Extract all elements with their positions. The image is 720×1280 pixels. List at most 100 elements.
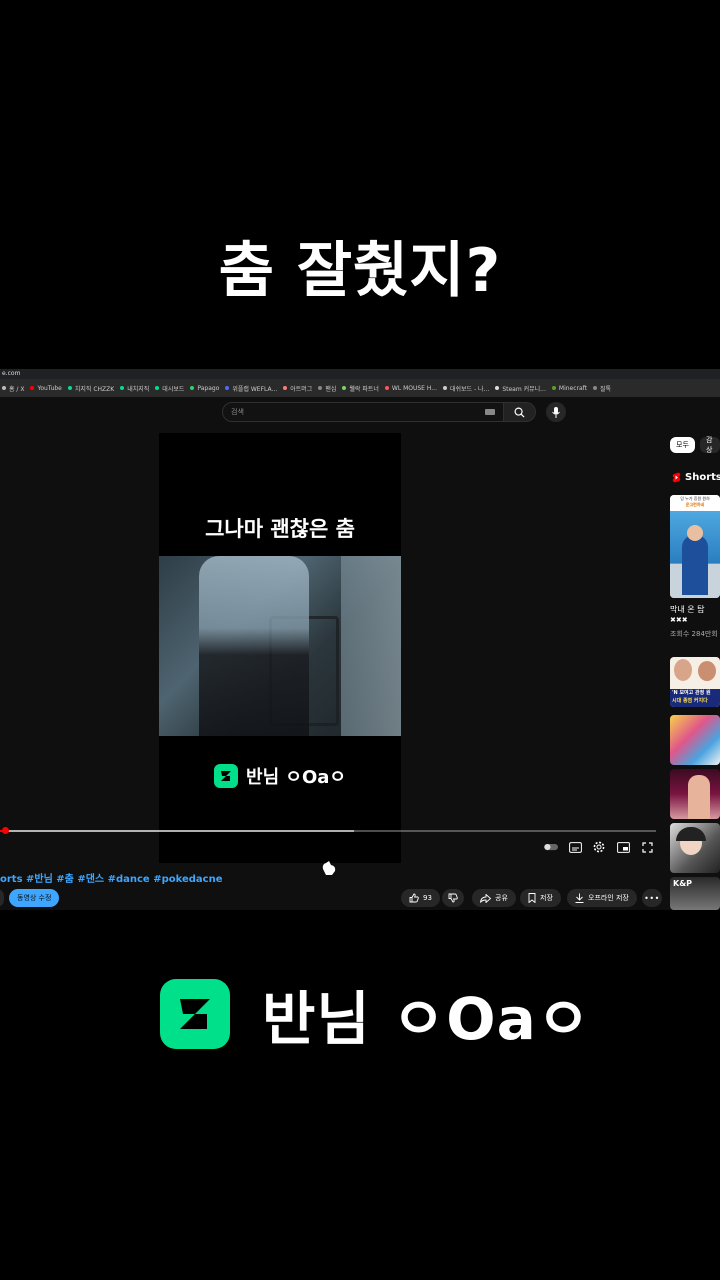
subtitles-button[interactable] <box>568 841 582 853</box>
bookmark-item[interactable]: 대쉬보드 - 나... <box>443 384 489 393</box>
video-overlay-channel-name: 반님 ㅇOaㅇ <box>246 767 346 788</box>
bookmark-label: 위플랩 WEFLA... <box>232 385 278 393</box>
dislike-button[interactable] <box>442 889 464 907</box>
avatar-chip[interactable] <box>0 889 4 907</box>
bookmark-item[interactable]: Minecraft <box>551 385 587 392</box>
bookmark-item[interactable]: 아트머그 <box>283 384 312 393</box>
download-icon <box>575 893 584 903</box>
fullscreen-button[interactable] <box>640 841 654 853</box>
shorts-player[interactable]: 그나마 괜찮은 춤 반님 ㅇOaㅇ <box>159 433 401 863</box>
search-button[interactable] <box>504 402 536 422</box>
bookmark-favicon-icon <box>30 386 35 390</box>
thumbs-up-icon <box>409 893 419 903</box>
bookmark-favicon-icon <box>155 386 160 390</box>
voice-search-button[interactable] <box>546 402 566 422</box>
bookmark-label: WL MOUSE H... <box>391 384 437 392</box>
thumbs-down-icon <box>448 893 458 903</box>
save-label: 저장 <box>540 894 553 902</box>
autoplay-toggle[interactable] <box>544 841 558 853</box>
shorts-label: Shorts <box>685 472 720 483</box>
bookmark-item[interactable]: 홈 / X <box>2 384 24 393</box>
bookmark-item[interactable]: 웰락 파트너 <box>342 384 379 393</box>
short-title-1[interactable]: 막내 온 탑 <box>670 604 705 615</box>
like-button[interactable]: 93 <box>401 889 440 907</box>
video-overlay-title: 그나마 괜찮은 춤 <box>205 517 355 541</box>
filter-chip-watch[interactable]: 감상 <box>700 436 720 454</box>
chzzk-logo-icon <box>214 764 239 788</box>
bookmark-favicon-icon <box>495 386 500 390</box>
bookmark-item[interactable]: Papago <box>190 385 219 392</box>
video-hashtags[interactable]: orts #반님 #춤 #댄스 #dance #pokedacne <box>0 870 223 885</box>
bookmark-label: 질톡 <box>600 385 612 393</box>
bookmark-favicon-icon <box>443 386 447 390</box>
video-thumbnail-2[interactable]: 'N 모여고 관청 원 시대 종점 커지다 <box>670 657 720 707</box>
bookmark-item[interactable]: 팬심 <box>318 384 336 393</box>
bookmark-item[interactable]: WL MOUSE H... <box>384 384 437 392</box>
edit-video-label: 동영상 수정 <box>17 894 52 902</box>
share-icon <box>480 893 491 903</box>
search-placeholder: 검색 <box>231 408 244 416</box>
bookmark-favicon-icon <box>384 386 389 390</box>
gear-icon <box>593 841 605 853</box>
bookmark-item[interactable]: 위플랩 WEFLA... <box>225 384 277 393</box>
channel-name: 반님 ㅇOaㅇ <box>262 985 592 1053</box>
bookmark-label: YouTube <box>37 384 62 392</box>
video-frame[interactable] <box>159 556 401 736</box>
video-dancer <box>199 556 309 736</box>
channel-brand: 반님 ㅇOaㅇ <box>160 972 591 1056</box>
shorts-logo-icon <box>672 472 681 483</box>
short-views-1: 조회수 284만회 <box>670 630 718 638</box>
short-subtitle-1: ✖✖✖ <box>670 616 688 624</box>
filter-chip-all[interactable]: 모두 <box>670 437 695 453</box>
bookmark-favicon-icon <box>318 386 323 390</box>
bookmark-favicon-icon <box>551 386 556 390</box>
video-overlay-channel: 반님 ㅇOaㅇ <box>159 763 401 789</box>
bookmark-item[interactable]: 대시보드 <box>155 384 184 393</box>
video-thumbnail-4[interactable] <box>670 769 720 819</box>
bookmark-item[interactable]: 내치지직 <box>120 384 149 393</box>
more-icon: ••• <box>644 893 660 903</box>
video-wall <box>341 556 401 736</box>
bookmark-item[interactable]: 질톡 <box>593 384 611 393</box>
share-label: 공유 <box>495 894 508 902</box>
progress-buffer <box>0 830 355 832</box>
bookmark-icon <box>528 893 536 903</box>
bookmark-item[interactable]: YouTube <box>30 384 62 392</box>
download-button[interactable]: 오프라인 저장 <box>567 889 637 907</box>
subtitles-icon <box>568 841 582 853</box>
bookmark-label: 대쉬보드 - 나... <box>450 385 490 393</box>
bookmark-label: 웰락 파트너 <box>349 385 379 393</box>
more-actions-button[interactable]: ••• <box>642 889 662 907</box>
bookmark-label: 아트머그 <box>290 385 313 393</box>
short-thumbnail-1[interactable]: 잉 누가 증원 원하 운고런하네 <box>670 495 720 598</box>
bookmark-label: 대시보드 <box>162 385 185 393</box>
progress-bar[interactable] <box>0 827 656 834</box>
keyboard-icon[interactable] <box>485 409 495 415</box>
progress-scrubber[interactable] <box>2 827 10 834</box>
save-button[interactable]: 저장 <box>520 889 561 907</box>
share-button[interactable]: 공유 <box>472 889 516 907</box>
bookmark-favicon-icon <box>190 386 195 390</box>
edit-video-button[interactable]: 동영상 수정 <box>9 889 60 907</box>
address-bar[interactable]: e.com <box>0 369 720 379</box>
settings-button[interactable] <box>592 841 606 853</box>
bookmark-label: 치지직 CHZZK <box>74 385 115 393</box>
video-actions: 동영상 수정 93 공유 저장 오프라인 저장 ••• <box>0 889 662 909</box>
bookmark-label: Steam 커뮤니... <box>502 385 546 393</box>
short-thumbnail-highlight: 운고런하네 <box>685 502 705 507</box>
bookmark-item[interactable]: 치지직 CHZZK <box>67 384 115 393</box>
video-thumbnail-6[interactable]: K&P <box>670 877 720 910</box>
download-label: 오프라인 저장 <box>588 894 629 902</box>
bookmark-favicon-icon <box>2 386 6 390</box>
video-thumbnail-3[interactable] <box>670 715 720 765</box>
search-row: 검색 <box>222 401 566 423</box>
video-thumbnail-2-line2: 시대 종점 커지다 <box>672 698 708 704</box>
video-thumbnail-5[interactable] <box>670 823 720 873</box>
bookmarks-bar: 홈 / X YouTube 치지직 CHZZK 내치지직 대시보드 Papago 위플랩 W… <box>0 379 720 397</box>
miniplayer-button[interactable] <box>616 841 630 853</box>
fullscreen-icon <box>641 841 653 853</box>
bookmark-item[interactable]: Steam 커뮤니... <box>495 384 546 393</box>
bookmark-favicon-icon <box>593 386 598 390</box>
search-input[interactable]: 검색 <box>222 402 504 422</box>
youtube-screenshot: e.com 홈 / X YouTube 치지직 CHZZK 내치지직 대시보드 Papag… <box>0 369 720 910</box>
